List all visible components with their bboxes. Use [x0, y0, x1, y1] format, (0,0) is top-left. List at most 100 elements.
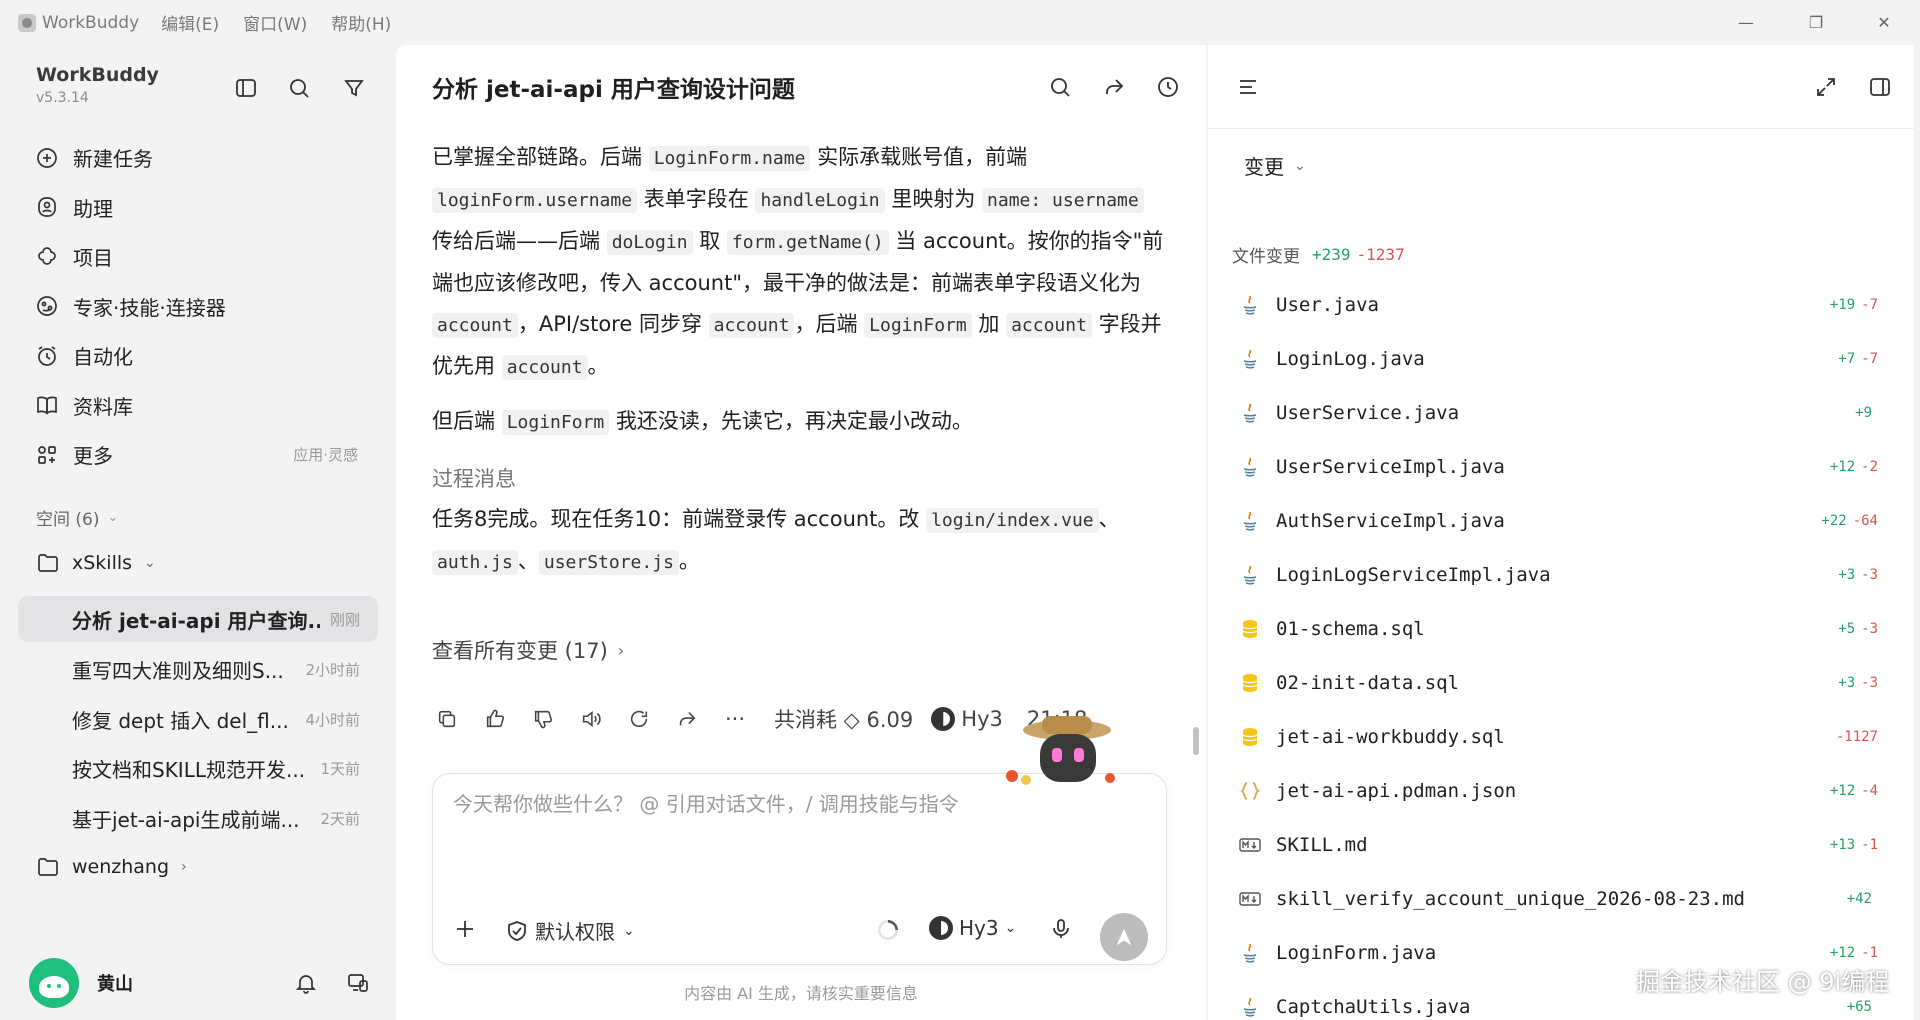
- share-button[interactable]: [1098, 71, 1130, 103]
- inline-code: account: [1006, 313, 1092, 338]
- chat-input[interactable]: [453, 792, 1143, 816]
- file-change-row[interactable]: LoginLog.java +7 -7: [1232, 332, 1892, 386]
- file-diff-stat: +13 -1: [1830, 837, 1878, 853]
- json-icon: [1238, 779, 1262, 803]
- menu-edit[interactable]: 编辑(E): [161, 10, 219, 35]
- history-button[interactable]: [1152, 71, 1184, 103]
- voice-input-button[interactable]: [1049, 917, 1073, 941]
- inline-code: doLogin: [606, 230, 693, 255]
- file-deletions: -1: [1861, 945, 1878, 961]
- nav-more-sub[interactable]: 应用·灵感: [293, 444, 358, 465]
- message-text: 。: [587, 354, 609, 378]
- outline-button[interactable]: [1232, 71, 1264, 103]
- nav-connectors[interactable]: 专家·技能·连接器: [18, 282, 378, 332]
- connector-icon: [37, 296, 57, 317]
- read-aloud-button[interactable]: [576, 704, 606, 734]
- forward-button[interactable]: [672, 704, 702, 734]
- share-icon: [1106, 79, 1124, 94]
- menu-window[interactable]: 窗口(W): [243, 10, 307, 35]
- file-diff-stat: -1127: [1830, 729, 1878, 745]
- more-actions-button[interactable]: ···: [720, 704, 750, 734]
- message-text: ，API/store 同步穿: [517, 312, 709, 336]
- file-change-row[interactable]: AuthServiceImpl.java +22 -64: [1232, 494, 1892, 548]
- toggle-panel-button[interactable]: [1864, 71, 1896, 103]
- group-wenzhang[interactable]: wenzhang ›: [36, 855, 187, 879]
- search-icon: [1051, 78, 1070, 97]
- file-change-row[interactable]: 02-init-data.sql +3 -3: [1232, 656, 1892, 710]
- window-edge: [1914, 45, 1920, 1020]
- filter-button[interactable]: [339, 73, 369, 103]
- permission-label: 默认权限: [535, 920, 615, 944]
- nav-more[interactable]: 更多 应用·灵感: [18, 430, 378, 480]
- expand-button[interactable]: [1810, 71, 1842, 103]
- file-diff-stat: +7 -7: [1838, 351, 1878, 367]
- file-change-row[interactable]: skill_verify_account_unique_2026-08-23.m…: [1232, 872, 1892, 926]
- file-change-row[interactable]: User.java +19 -7: [1232, 278, 1892, 332]
- menu-help[interactable]: 帮助(H): [331, 10, 391, 35]
- like-button[interactable]: [480, 704, 510, 734]
- search-button[interactable]: [284, 73, 314, 103]
- conversation-item[interactable]: 修复 dept 插入 del_fl... 4小时前: [18, 696, 378, 742]
- scrollbar-thumb[interactable]: [1193, 727, 1199, 755]
- message-text: 取: [692, 229, 727, 253]
- file-change-row[interactable]: LoginLogServiceImpl.java +3 -3: [1232, 548, 1892, 602]
- attach-button[interactable]: [453, 917, 477, 941]
- avatar[interactable]: [29, 957, 79, 1008]
- chevron-down-icon: ⌄: [144, 555, 156, 571]
- permission-dropdown[interactable]: 默认权限 ⌄: [505, 916, 635, 945]
- inline-code: account: [501, 355, 588, 380]
- nav-assistant[interactable]: 助理: [18, 183, 378, 233]
- conversation-item[interactable]: 基于jet-ai-api生成前端... 2天前: [18, 795, 378, 841]
- space-section-toggle[interactable]: 空间 (6) ⌄: [36, 505, 118, 530]
- project-icon: [38, 246, 56, 265]
- close-button[interactable]: ✕: [1854, 0, 1914, 45]
- inline-code: loginForm.username: [432, 188, 638, 213]
- file-change-row[interactable]: SKILL.md +13 -1: [1232, 818, 1892, 872]
- dislike-button[interactable]: [528, 704, 558, 734]
- file-change-row[interactable]: UserServiceImpl.java +12 -2: [1232, 440, 1892, 494]
- devices-button[interactable]: [343, 968, 373, 998]
- minimize-button[interactable]: —: [1716, 0, 1776, 45]
- send-button[interactable]: [1100, 913, 1148, 961]
- inline-code: auth.js: [432, 550, 518, 575]
- model-selector[interactable]: Hy3 ⌄: [929, 916, 1016, 940]
- file-additions: +12: [1829, 945, 1856, 961]
- conversation-item[interactable]: 分析 jet-ai-api 用户查询... 刚刚: [18, 596, 378, 642]
- brand-name: WorkBuddy: [36, 64, 159, 86]
- copy-button[interactable]: [432, 704, 462, 734]
- nav-automation[interactable]: 自动化: [18, 331, 378, 381]
- user-name[interactable]: 黄山: [97, 970, 291, 996]
- plus-circle-icon: [37, 147, 57, 168]
- file-change-row[interactable]: jet-ai-workbuddy.sql -1127: [1232, 710, 1892, 764]
- notifications-button[interactable]: [291, 968, 321, 998]
- file-diff-stat: +12 -2: [1830, 459, 1878, 475]
- regenerate-button[interactable]: [624, 704, 654, 734]
- database-icon: [1238, 725, 1262, 749]
- devices-icon: [348, 973, 368, 992]
- message-text: 加: [971, 312, 1007, 336]
- file-change-row[interactable]: UserService.java +9: [1232, 386, 1892, 440]
- scrollbar[interactable]: [1190, 135, 1200, 815]
- toggle-sidebar-button[interactable]: [231, 73, 261, 103]
- nav-library[interactable]: 资料库: [18, 381, 378, 431]
- changes-view-dropdown[interactable]: 变更 ⌄: [1244, 151, 1306, 180]
- restore-button[interactable]: ❐: [1786, 0, 1846, 45]
- search-in-chat-button[interactable]: [1044, 71, 1076, 103]
- conversation-item[interactable]: 按文档和SKILL规范开发... 1天前: [18, 745, 378, 791]
- file-additions: +65: [1846, 999, 1872, 1015]
- group-xskills[interactable]: xSkills ⌄: [36, 551, 156, 575]
- file-change-row[interactable]: 01-schema.sql +5 -3: [1232, 602, 1892, 656]
- inline-code: login/index.vue: [926, 508, 1099, 533]
- file-change-row[interactable]: jet-ai-api.pdman.json +12 -4: [1232, 764, 1892, 818]
- java-icon: [1238, 455, 1262, 479]
- nav-label: 项目: [73, 246, 113, 271]
- conversation-item[interactable]: 重写四大准则及细则S... 2小时前: [18, 646, 378, 692]
- loading-spinner-icon: [875, 917, 901, 943]
- thumbs-up-icon: [486, 709, 505, 728]
- nav-new-task[interactable]: 新建任务: [18, 133, 378, 183]
- nav-project[interactable]: 项目: [18, 232, 378, 282]
- conversation-time: 刚刚: [329, 610, 360, 629]
- view-all-changes-link[interactable]: 查看所有变更 (17) ›: [432, 635, 624, 665]
- chat-header: 分析 jet-ai-api 用户查询设计问题: [396, 45, 1206, 129]
- file-deletions: -3: [1861, 567, 1878, 583]
